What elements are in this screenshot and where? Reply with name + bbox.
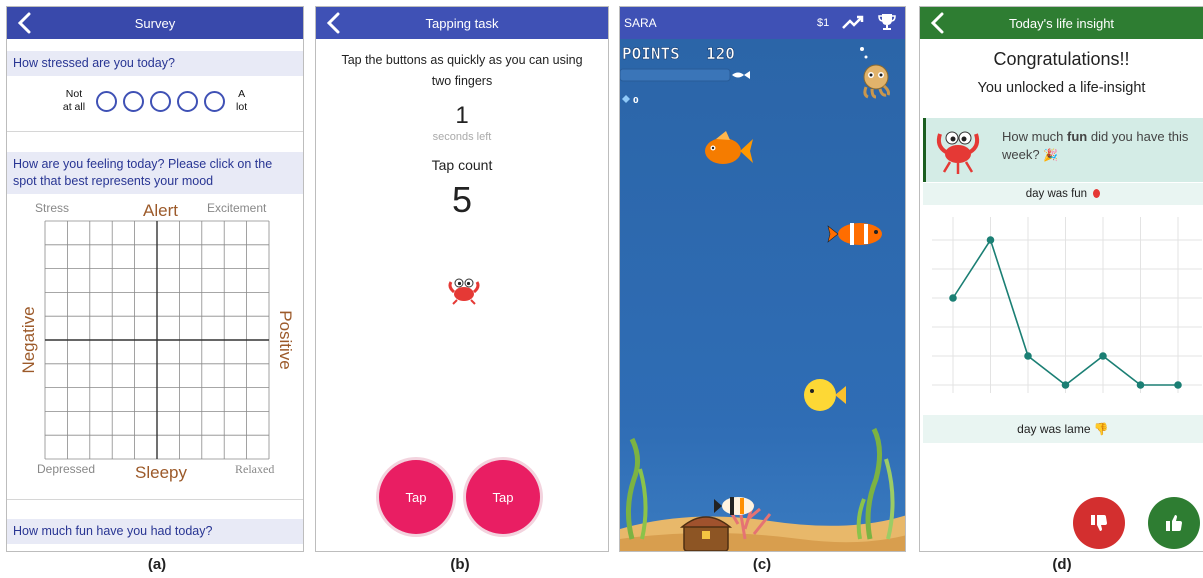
caption-c: (c): [752, 556, 772, 573]
chart-point-6: [1174, 381, 1182, 389]
points-label: POINTS: [622, 44, 680, 63]
insight-header: Today's life insight: [920, 7, 1203, 39]
survey-screen: Survey How stressed are you today? Not at…: [6, 6, 304, 552]
mood-grid[interactable]: Stress Alert Excitement Negative Positiv…: [7, 197, 303, 487]
insight-card: How much fun did you have this week? 🎉: [923, 118, 1203, 182]
balloon-icon: [1093, 189, 1101, 199]
tap-button-right[interactable]: Tap: [466, 460, 540, 534]
seconds-label: seconds left: [432, 131, 492, 143]
scale-high-label: Alot: [236, 88, 248, 113]
seconds-value: 1: [455, 102, 469, 129]
excitement-label: Excitement: [207, 201, 267, 215]
scale-low-label: Not at all: [62, 88, 86, 113]
game-scene[interactable]: POINTS 120 0: [620, 39, 906, 552]
back-button[interactable]: [926, 10, 948, 36]
tapping-screen: Tapping task Tap the buttons as quickly …: [315, 6, 609, 552]
crab-icon: [447, 275, 481, 310]
instruction-text: Tap the buttons as quickly as you can us…: [341, 53, 583, 88]
page-title: Survey: [134, 15, 176, 31]
chevron-left-icon: [17, 12, 31, 34]
tap-count-value: 5: [451, 179, 473, 220]
crab-icon: [932, 124, 984, 181]
chart-point-1: [986, 236, 995, 244]
scale-option-2[interactable]: [123, 90, 145, 112]
chart-point-3: [1061, 381, 1070, 389]
chart-point-0: [949, 294, 957, 302]
game-header: SARA $1: [620, 7, 905, 39]
relaxed-label: Relaxed: [235, 462, 274, 476]
caption-d: (d): [1052, 556, 1072, 573]
stress-scale: Not at all Alot: [7, 86, 303, 116]
unlocked-text: You unlocked a life-insight: [977, 80, 1146, 96]
chart-point-5: [1136, 381, 1145, 389]
scale-option-1[interactable]: [96, 90, 118, 112]
dislike-button[interactable]: [1073, 497, 1125, 549]
question-stress: How stressed are you today?: [7, 51, 303, 76]
congrats-heading: Congratulations!!: [993, 49, 1130, 69]
tap-button-left[interactable]: Tap: [379, 460, 453, 534]
tapping-header: Tapping task: [316, 7, 608, 39]
thumbs-down-icon: [1091, 515, 1107, 531]
fun-chart: Sa/10Su/11Mo/12Tu/13We/14Th/15Today: [932, 217, 1202, 393]
trending-icon[interactable]: [842, 14, 864, 33]
thumbs-down-icon: 👎: [1093, 422, 1109, 436]
negative-label: Negative: [19, 306, 38, 373]
positive-label: Positive: [276, 310, 295, 370]
sleepy-label: Sleepy: [135, 463, 187, 482]
top-label-bar: day was fun: [923, 183, 1203, 205]
tap-count-label: Tap count: [431, 157, 493, 173]
bottom-label-bar: day was lame 👎: [923, 415, 1203, 443]
scale-option-4[interactable]: [177, 90, 199, 112]
insight-question: How much fun did you have this week? 🎉: [1002, 129, 1189, 162]
scale-option-3[interactable]: [150, 90, 172, 112]
caption-b: (b): [450, 556, 470, 573]
trophy-icon[interactable]: [877, 12, 897, 35]
chart-point-2: [1024, 352, 1032, 360]
back-button[interactable]: [322, 10, 344, 36]
chevron-left-icon: [930, 12, 944, 34]
chart-point-4: [1099, 352, 1107, 360]
scale-option-5[interactable]: [204, 90, 226, 112]
page-title: Tapping task: [425, 15, 499, 31]
alert-label: Alert: [143, 201, 178, 220]
insight-screen: Today's life insight Congratulations!! Y…: [919, 6, 1203, 552]
stress-label: Stress: [35, 201, 69, 215]
gem-count: 0: [633, 96, 639, 105]
party-icon: 🎉: [1043, 148, 1059, 162]
question-fun: How much fun have you had today?: [7, 519, 303, 544]
username: SARA: [624, 16, 657, 30]
caption-a: (a): [147, 556, 167, 573]
like-button[interactable]: [1148, 497, 1200, 549]
chevron-left-icon: [326, 12, 340, 34]
thumbs-up-icon: [1166, 515, 1182, 531]
question-mood: How are you feeling today? Please click …: [7, 152, 303, 194]
survey-header: Survey: [7, 7, 303, 39]
money-label: $1: [817, 17, 830, 29]
game-screen: SARA $1 POINTS 120 0: [619, 6, 906, 552]
points-value: 120: [706, 44, 735, 63]
page-title: Today's life insight: [1008, 15, 1115, 31]
depressed-label: Depressed: [37, 462, 95, 476]
back-button[interactable]: [13, 10, 35, 36]
